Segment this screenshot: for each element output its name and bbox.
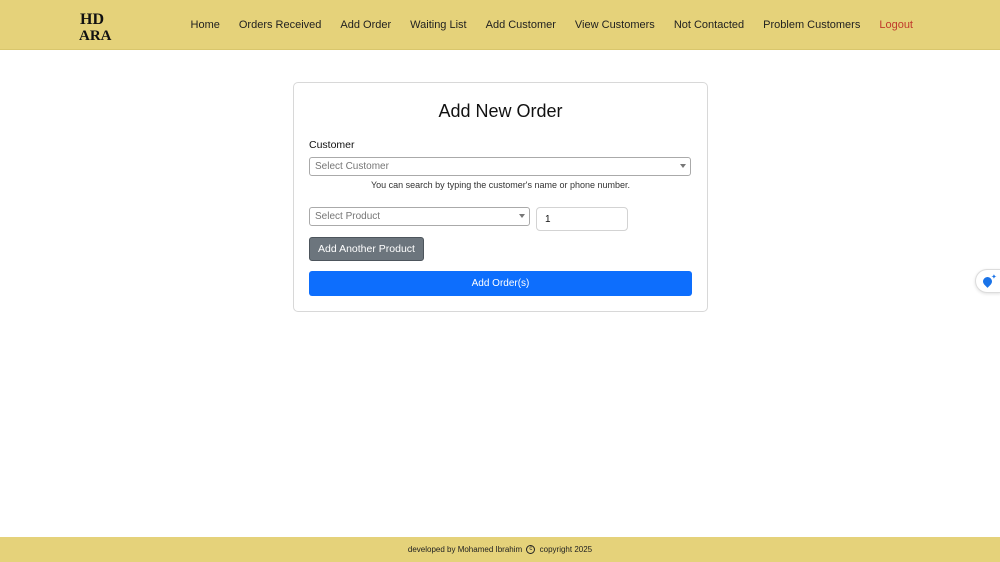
nav-problem-customers[interactable]: Problem Customers <box>763 19 860 31</box>
nav-not-contacted[interactable]: Not Contacted <box>674 19 744 31</box>
footer-copyright-text: copyright 2025 <box>539 545 593 554</box>
nav-view-customers[interactable]: View Customers <box>575 19 655 31</box>
nav-menu: Home Orders Received Add Order Waiting L… <box>172 0 913 50</box>
logo-text-bottom: ARA <box>79 28 112 41</box>
page-title: Add New Order <box>438 101 563 121</box>
logo-text-top: HD <box>80 11 104 28</box>
copyright-icon: c <box>526 544 536 554</box>
nav-logout[interactable]: Logout <box>879 19 913 31</box>
nav-add-order[interactable]: Add Order <box>340 19 391 31</box>
quantity-input[interactable]: 1 <box>536 207 628 231</box>
nav-waiting-list[interactable]: Waiting List <box>410 19 466 31</box>
customer-select[interactable]: Select Customer <box>309 157 691 176</box>
add-orders-button[interactable]: Add Order(s) <box>309 271 692 296</box>
add-another-product-button[interactable]: Add Another Product <box>309 237 424 261</box>
customer-help-text: You can search by typing the customer's … <box>370 180 631 190</box>
chevron-down-icon <box>680 164 686 168</box>
customer-label: Customer <box>309 139 355 151</box>
nav-orders-received[interactable]: Orders Received <box>239 19 322 31</box>
assistant-widget-button[interactable]: ✦ <box>975 269 1000 293</box>
customer-select-placeholder: Select Customer <box>315 161 389 172</box>
sparkle-icon: ✦ <box>991 274 997 281</box>
chevron-down-icon <box>519 214 525 218</box>
top-navbar: HD ARA Home Orders Received Add Order Wa… <box>0 0 1000 50</box>
brand-logo[interactable]: HD ARA <box>79 9 113 41</box>
product-select-placeholder: Select Product <box>315 211 381 222</box>
footer: developed by Mohamed Ibrahim c copyright… <box>0 537 1000 562</box>
nav-add-customer[interactable]: Add Customer <box>486 19 556 31</box>
product-select[interactable]: Select Product <box>309 207 530 226</box>
footer-developer-text: developed by Mohamed Ibrahim <box>407 545 523 554</box>
add-order-card: Add New Order Customer Select Customer Y… <box>293 82 708 312</box>
nav-home[interactable]: Home <box>191 19 220 31</box>
